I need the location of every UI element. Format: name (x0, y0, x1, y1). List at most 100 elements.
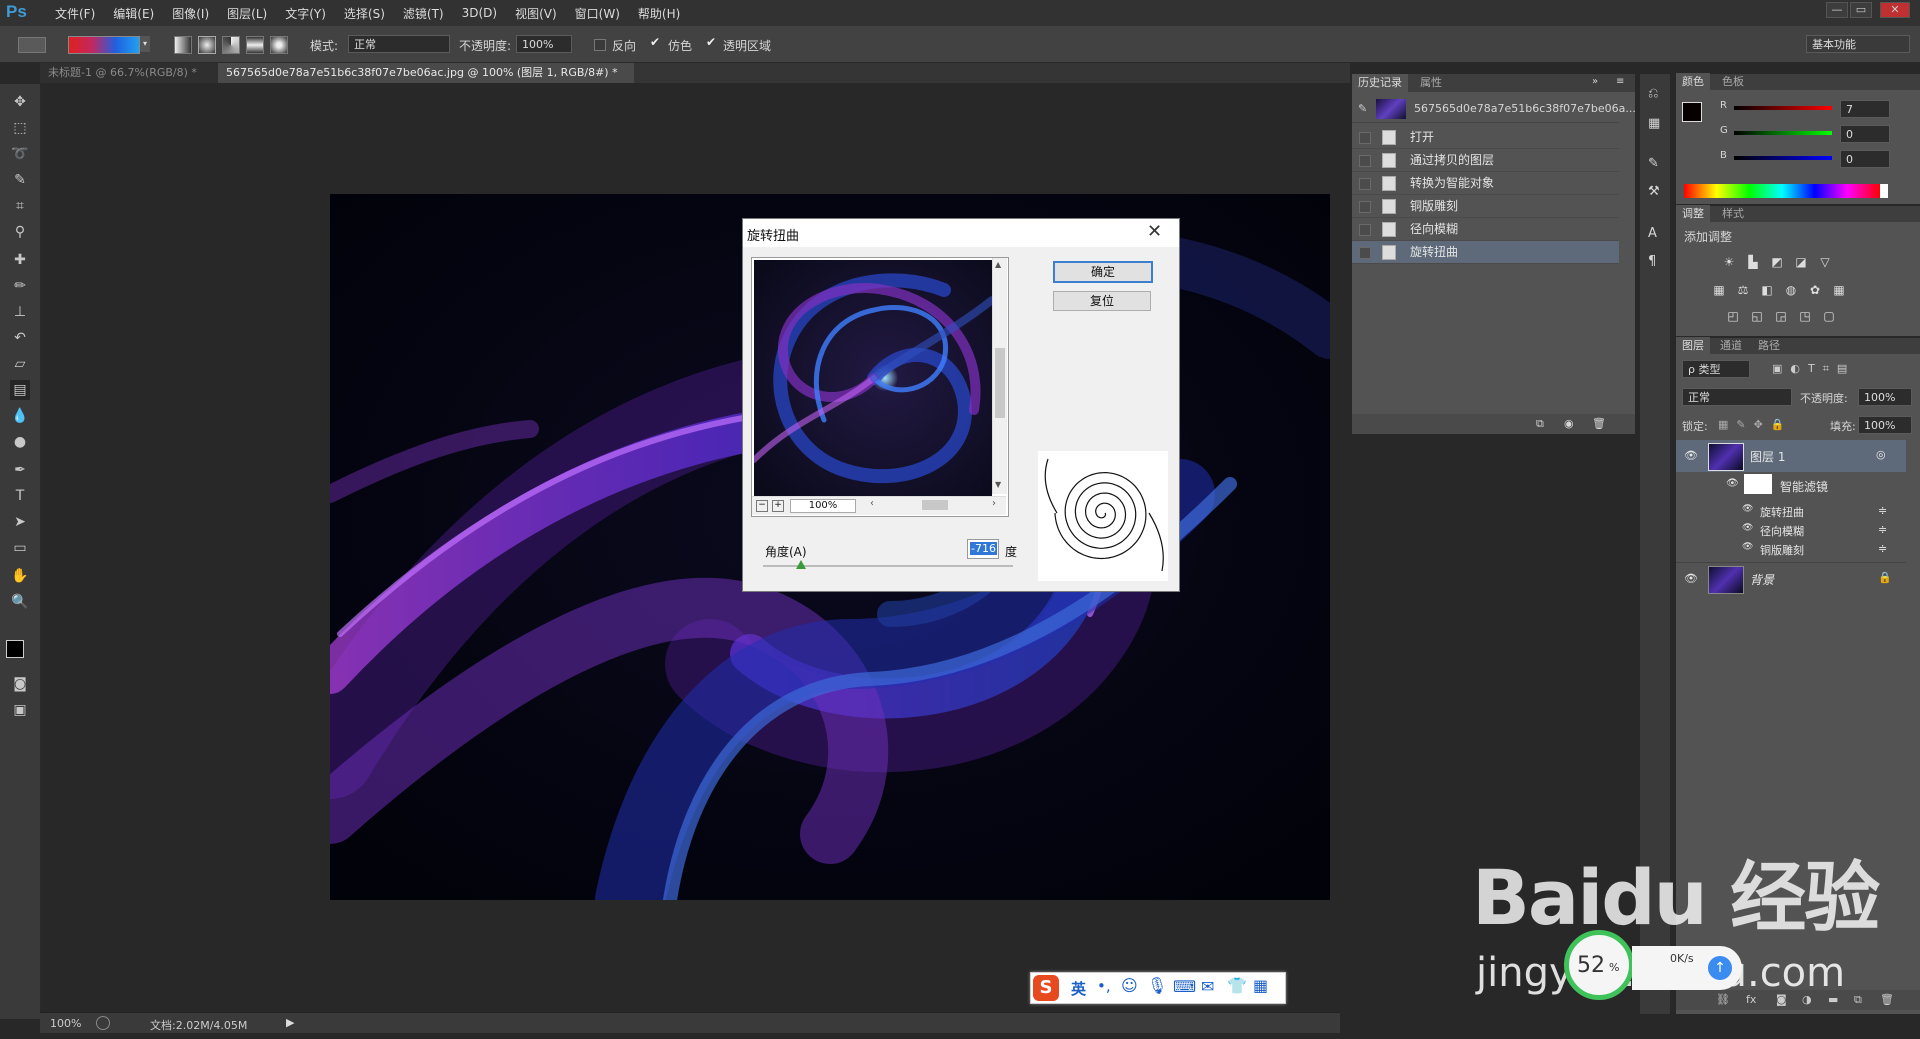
ime-punctuation-icon[interactable]: •, (1097, 977, 1111, 995)
menu-select[interactable]: 选择(S) (335, 5, 394, 22)
visibility-eye-icon[interactable]: 👁 (1742, 504, 1753, 514)
scroll-left-icon[interactable]: ‹ (870, 498, 874, 509)
dodge-tool-icon[interactable]: ● (10, 432, 30, 452)
scroll-right-icon[interactable]: › (992, 498, 996, 509)
close-window-button[interactable]: ✕ (1880, 2, 1910, 18)
gradient-picker[interactable] (68, 36, 140, 54)
filter-options-icon[interactable]: ≑ (1878, 504, 1887, 517)
mode-select[interactable]: 正常 (348, 35, 450, 53)
menu-view[interactable]: 视图(V) (506, 5, 566, 22)
panel-collapse-icon[interactable]: » (1592, 76, 1598, 87)
zoom-in-button[interactable]: + (772, 500, 784, 512)
zoom-out-button[interactable]: − (756, 500, 768, 512)
menu-3d[interactable]: 3D(D) (453, 6, 506, 20)
hand-tool-icon[interactable]: ✋ (10, 566, 30, 586)
layer-opacity-input[interactable]: 100% (1858, 388, 1912, 406)
history-panel-icon[interactable]: ⎌ (1648, 86, 1658, 101)
layer-name[interactable]: 图层 1 (1750, 448, 1785, 465)
angle-slider-thumb[interactable] (795, 560, 806, 569)
history-item[interactable]: 径向模糊 (1352, 218, 1619, 241)
ime-keyboard-icon[interactable]: ⌨ (1173, 977, 1196, 996)
history-item[interactable]: 打开 (1352, 126, 1619, 149)
threshold-icon[interactable]: ◲ (1774, 310, 1788, 322)
channel-r-slider[interactable] (1734, 106, 1832, 110)
minimize-button[interactable]: — (1826, 2, 1848, 18)
angle-gradient-icon[interactable] (222, 36, 240, 54)
opacity-input[interactable]: 100% (516, 35, 572, 53)
tab-adjustments[interactable]: 调整 (1676, 205, 1710, 223)
layer-row[interactable]: 👁 图层 1 ◎ (1676, 440, 1906, 472)
layer-name[interactable]: 背景 (1750, 571, 1774, 588)
layer-kind-filter[interactable]: ρ 类型 (1682, 360, 1750, 378)
filter-row[interactable]: 👁 径向模糊 ≑ (1676, 521, 1906, 539)
status-menu-arrow-icon[interactable]: ▶ (286, 1016, 294, 1029)
menu-edit[interactable]: 编辑(E) (104, 5, 163, 22)
filter-preview[interactable] (754, 260, 992, 496)
quick-mask-icon[interactable]: ◙ (10, 674, 30, 694)
ime-emoji-icon[interactable]: ☺ (1121, 976, 1138, 995)
scroll-down-icon[interactable]: ▼ (995, 480, 1001, 489)
reverse-checkbox[interactable] (594, 39, 606, 51)
layer-filter-icons[interactable]: ▣◐T⌗▤ (1772, 362, 1855, 376)
transparency-checkbox[interactable]: ✔ (706, 35, 716, 49)
tab-layers[interactable]: 图层 (1676, 337, 1710, 355)
paragraph-panel-icon[interactable]: ¶ (1648, 254, 1656, 269)
filter-row[interactable]: 👁 旋转扭曲 ≑ (1676, 502, 1906, 520)
sogou-logo-icon[interactable]: S (1033, 975, 1059, 1001)
delete-state-icon[interactable]: 🗑 (1592, 417, 1606, 430)
levels-icon[interactable]: ▙ (1746, 256, 1760, 268)
curves-icon[interactable]: ◩ (1770, 256, 1784, 268)
filter-row[interactable]: 👁 铜版雕刻 ≑ (1676, 540, 1906, 558)
status-info-icon[interactable] (96, 1016, 110, 1030)
menu-type[interactable]: 文字(Y) (276, 5, 335, 22)
type-tool-icon[interactable]: T (10, 486, 30, 506)
speed-monitor-ring[interactable]: 52 % (1564, 930, 1634, 1000)
zoom-tool-icon[interactable]: 🔍 (10, 592, 30, 612)
pen-tool-icon[interactable]: ✒ (10, 460, 30, 480)
linear-gradient-icon[interactable] (174, 36, 192, 54)
menu-filter[interactable]: 滤镜(T) (394, 5, 453, 22)
tab-channels[interactable]: 通道 (1714, 337, 1748, 355)
rocket-boost-icon[interactable]: ↑ (1708, 956, 1732, 980)
color-lookup-icon[interactable]: ▦ (1832, 284, 1846, 296)
exposure-icon[interactable]: ◪ (1794, 256, 1808, 268)
tab-paths[interactable]: 路径 (1752, 337, 1786, 355)
menu-image[interactable]: 图像(I) (163, 5, 218, 22)
screen-mode-icon[interactable]: ▣ (10, 700, 30, 720)
history-snapshot[interactable]: ✎ 567565d0e78a7e51b6c38f07e7be06a... (1352, 96, 1636, 123)
color-balance-icon[interactable]: ⚖ (1736, 284, 1750, 296)
brush-tool-icon[interactable]: ✏ (10, 276, 30, 296)
ime-voice-icon[interactable]: 🎙 (1147, 976, 1167, 995)
reset-button[interactable]: 复位 (1053, 291, 1151, 311)
white-chip[interactable] (1880, 184, 1888, 198)
snapshot-camera-icon[interactable]: ◉ (1564, 417, 1574, 430)
foreground-color-chip[interactable] (1682, 102, 1702, 122)
tab-untitled[interactable]: 未标题-1 @ 66.7%(RGB/8) * (40, 63, 228, 83)
preview-zoom-select[interactable]: 100% (790, 499, 856, 513)
gradient-map-icon[interactable]: ◳ (1798, 310, 1812, 322)
channel-b-input[interactable]: 0 (1840, 150, 1890, 168)
angle-input-box[interactable]: -716 (967, 539, 999, 559)
blend-mode-select[interactable]: 正常 (1682, 388, 1792, 406)
brush-panel-icon[interactable]: ✎ (1648, 156, 1659, 171)
lock-icons[interactable]: ▦✎✥🔒 (1718, 418, 1793, 431)
black-white-icon[interactable]: ◧ (1760, 284, 1774, 296)
tab-swatches[interactable]: 色板 (1716, 73, 1750, 91)
hscroll-thumb[interactable] (922, 500, 948, 510)
tab-active-document[interactable]: 567565d0e78a7e51b6c38f07e7be06ac.jpg @ 1… (218, 63, 634, 83)
invert-icon[interactable]: ◰ (1726, 310, 1740, 322)
clone-stamp-icon[interactable]: ⊥ (10, 302, 30, 322)
history-brush-icon[interactable]: ↶ (10, 328, 30, 348)
eyedropper-tool-icon[interactable]: ⚲ (10, 222, 30, 242)
tab-color[interactable]: 颜色 (1676, 73, 1710, 91)
radial-gradient-icon[interactable] (198, 36, 216, 54)
channel-r-input[interactable]: 7 (1840, 100, 1890, 118)
vscroll-thumb[interactable] (995, 348, 1005, 418)
foreground-color-swatch[interactable] (6, 640, 24, 658)
ime-tools-icon[interactable]: ✉ (1201, 977, 1214, 996)
visibility-eye-icon[interactable]: 👁 (1684, 449, 1698, 462)
filter-options-icon[interactable]: ≑ (1878, 542, 1887, 555)
move-tool-icon[interactable]: ✥ (10, 92, 30, 112)
scroll-up-icon[interactable]: ▲ (995, 260, 1001, 269)
marquee-tool-icon[interactable]: ⬚ (10, 118, 30, 138)
